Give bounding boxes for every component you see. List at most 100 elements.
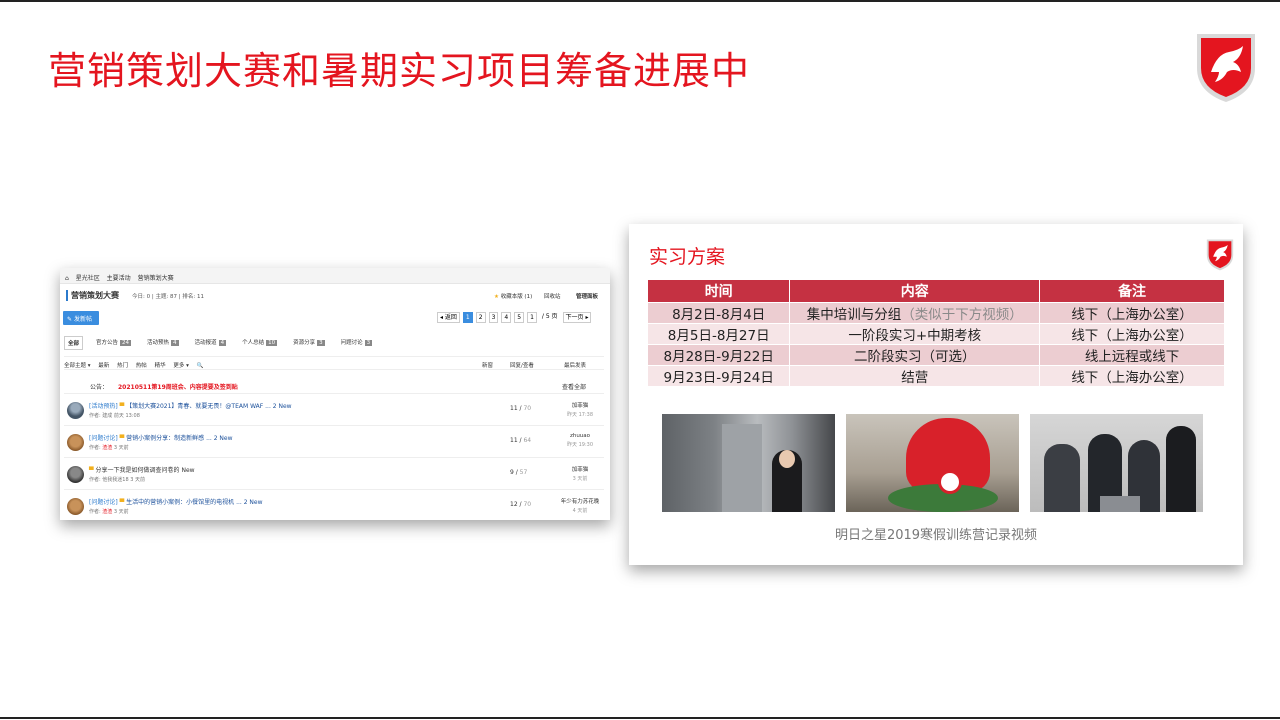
folder-icon: ▀ — [89, 467, 94, 474]
pager-page-4[interactable]: 4 — [501, 312, 512, 323]
cell-content: 结营 — [789, 364, 1041, 386]
plan-table: 时间 内容 备注 8月2日-8月4日 集中培训与分组（类似于下方视频） 线下（上… — [648, 280, 1225, 386]
recycle-bin-link[interactable]: 回收站 — [544, 292, 561, 300]
tab-resources[interactable]: 资源分享 3 — [290, 336, 328, 350]
cell-note: 线上远程或线下 — [1039, 343, 1225, 365]
col-note: 备注 — [1039, 280, 1225, 302]
avatar[interactable] — [67, 498, 84, 515]
bottom-border — [0, 717, 1280, 719]
reply-view-count: 11 / 70 — [510, 405, 532, 412]
cell-time: 8月28日-9月22日 — [648, 343, 791, 365]
thread-title[interactable]: ▀ 分享一下我是如何做调查问卷的 New — [89, 465, 195, 474]
folder-icon: ▀ — [119, 499, 125, 506]
msi-shield-logo-icon — [1197, 34, 1255, 102]
avatar[interactable] — [67, 434, 84, 451]
new-post-button[interactable]: ✎ 发新帖 — [63, 311, 99, 325]
forum-header: 营销策划大赛 今日: 0 | 主题: 87 | 排名: 11 ★ 收藏本版 (1… — [66, 290, 604, 304]
slide-title: 营销策划大赛和暑期实习项目筹备进展中 — [48, 49, 751, 93]
table-row[interactable]: ▀ 分享一下我是如何做调查问卷的 New 作者: 他我我迷18 3 天前 9 /… — [64, 460, 604, 490]
pager-page-3[interactable]: 3 — [488, 312, 499, 323]
announcement-row[interactable]: 公告： 20210511第19周班会、内容提要及签到贴 查看全部 — [64, 376, 604, 394]
video-thumbnail[interactable] — [662, 414, 835, 512]
announcement-label: 公告： — [90, 384, 109, 391]
video-thumbnail[interactable] — [1030, 414, 1203, 512]
thread-title[interactable]: [活动预热] ▀ 【策划大赛2021】青春、就要无畏！@TEAM WAF ...… — [89, 401, 292, 410]
category-tabs: 全部 官方公告 24 活动预热 4 活动报道 4 个人总结 10 资源分享 3 问题讨论 3 — [64, 336, 375, 350]
breadcrumb-item[interactable]: 主要活动 — [107, 275, 131, 282]
admin-panel-link[interactable]: 管理面板 — [576, 292, 598, 300]
pager-page-5[interactable]: 5 — [514, 312, 525, 323]
video-thumbnails — [662, 414, 1203, 512]
thread-author: 作者: 渣渣 3 天前 — [89, 509, 129, 515]
table-row[interactable]: [活动预热] ▀ 【策划大赛2021】青春、就要无畏！@TEAM WAF ...… — [64, 396, 604, 426]
cell-note: 线下（上海办公室） — [1039, 301, 1225, 323]
tab-official[interactable]: 官方公告 24 — [93, 336, 134, 350]
forum-title: 营销策划大赛 — [66, 290, 119, 301]
view-all-link[interactable]: 查看全部 — [562, 382, 586, 391]
cell-time: 9月23日-9月24日 — [648, 364, 791, 386]
favorite-board-link[interactable]: ★ 收藏本版 (1) — [494, 292, 532, 300]
video-caption: 明日之星2019寒假训练营记录视频 — [834, 528, 1038, 543]
thread-tag: [问题讨论] — [89, 435, 118, 442]
pager-page-input[interactable]: 1 — [527, 312, 537, 323]
breadcrumb-item[interactable]: 星光社区 — [76, 275, 100, 282]
table-row: 8月28日-9月22日 二阶段实习（可选） 线上远程或线下 — [648, 343, 1225, 365]
folder-icon: ▀ — [119, 403, 125, 410]
avatar[interactable] — [67, 466, 84, 483]
last-post[interactable]: 加菲猫 昨天 17:38 — [560, 401, 600, 418]
forum-stats: 今日: 0 | 主题: 87 | 排名: 11 — [132, 294, 204, 300]
filter-bar: 全部主题 ▾ 最新 热门 热帖 精华 更多 ▾ 🔍 新窗 回复/查看 最后发表 — [64, 356, 604, 370]
cell-note: 线下（上海办公室） — [1039, 322, 1225, 344]
filter-hot-posts[interactable]: 热帖 — [136, 363, 147, 369]
pagination: ◂ 返回 1 2 3 4 5 1 / 5 页 下一页 ▸ — [437, 312, 592, 324]
tab-summary[interactable]: 个人总结 10 — [239, 336, 280, 350]
internship-plan-card: 实习方案 时间 内容 备注 8月2日-8月4日 集中培训与分组（类似于下方视频）… — [629, 224, 1243, 565]
cell-content: 一阶段实习+中期考核 — [789, 322, 1041, 344]
msi-shield-logo-icon — [1206, 239, 1234, 271]
video-thumbnail[interactable] — [846, 414, 1019, 512]
search-icon[interactable]: 🔍 — [197, 363, 204, 369]
pager-page-1[interactable]: 1 — [462, 312, 473, 323]
plan-title: 实习方案 — [649, 246, 726, 268]
pager-page-2[interactable]: 2 — [475, 312, 486, 323]
thread-title[interactable]: [问题讨论] ▀ 生活中的营销小案例：小餐馆里的电视机 ... 2 New — [89, 497, 263, 506]
table-row: 8月5日-8月27日 一阶段实习+中期考核 线下（上海办公室） — [648, 322, 1225, 344]
tab-preheat[interactable]: 活动预热 4 — [144, 336, 182, 350]
pager-next[interactable]: 下一页 ▸ — [562, 312, 592, 323]
thread-author: 作者: 他我我迷18 3 天前 — [89, 477, 146, 483]
tab-all[interactable]: 全部 — [64, 336, 84, 350]
edit-icon: ✎ — [67, 316, 73, 323]
filter-digest[interactable]: 精华 — [155, 363, 166, 369]
forum-screenshot: ⌂ 星光社区 主要活动 营销策划大赛 营销策划大赛 今日: 0 | 主题: 87… — [60, 268, 610, 520]
tab-discussion[interactable]: 问题讨论 3 — [338, 336, 376, 350]
last-post[interactable]: 年少有力苏花晚 4 天前 — [560, 497, 600, 514]
cell-content: 二阶段实习（可选） — [789, 343, 1041, 365]
home-icon[interactable]: ⌂ — [65, 275, 69, 282]
pager-back[interactable]: ◂ 返回 — [437, 312, 460, 323]
filter-latest[interactable]: 最新 — [98, 363, 109, 369]
breadcrumb: ⌂ 星光社区 主要活动 营销策划大赛 — [60, 268, 610, 284]
pager-total: / 5 页 — [541, 313, 558, 320]
top-border — [0, 0, 1280, 2]
table-row[interactable]: [问题讨论] ▀ 营销小案例分享：制造新鲜感 ... 2 New 作者: 渣渣 … — [64, 428, 604, 458]
tab-report[interactable]: 活动报道 4 — [192, 336, 230, 350]
filter-all-topics[interactable]: 全部主题 ▾ — [64, 363, 91, 369]
last-post[interactable]: zhuuao 昨天 19:30 — [560, 433, 600, 448]
star-icon: ★ — [494, 294, 499, 300]
last-post[interactable]: 加菲猫 3 天前 — [560, 465, 600, 482]
breadcrumb-item[interactable]: 营销策划大赛 — [138, 275, 174, 282]
avatar[interactable] — [67, 402, 84, 419]
table-row[interactable]: [问题讨论] ▀ 生活中的营销小案例：小餐馆里的电视机 ... 2 New 作者… — [64, 492, 604, 520]
thread-tag: [活动预热] — [89, 403, 118, 410]
col-reply-views: 回复/查看 — [510, 363, 534, 369]
reply-view-count: 11 / 64 — [510, 437, 532, 444]
folder-icon: ▀ — [119, 435, 125, 442]
new-window-toggle[interactable]: 新窗 — [482, 361, 493, 369]
reply-view-count: 9 / 57 — [510, 469, 528, 476]
filter-more[interactable]: 更多 ▾ — [173, 363, 189, 369]
filter-hot[interactable]: 热门 — [117, 363, 128, 369]
col-time: 时间 — [648, 280, 791, 302]
thread-title[interactable]: [问题讨论] ▀ 营销小案例分享：制造新鲜感 ... 2 New — [89, 433, 233, 442]
col-content: 内容 — [789, 280, 1041, 302]
announcement-title[interactable]: 20210511第19周班会、内容提要及签到贴 — [118, 382, 238, 391]
